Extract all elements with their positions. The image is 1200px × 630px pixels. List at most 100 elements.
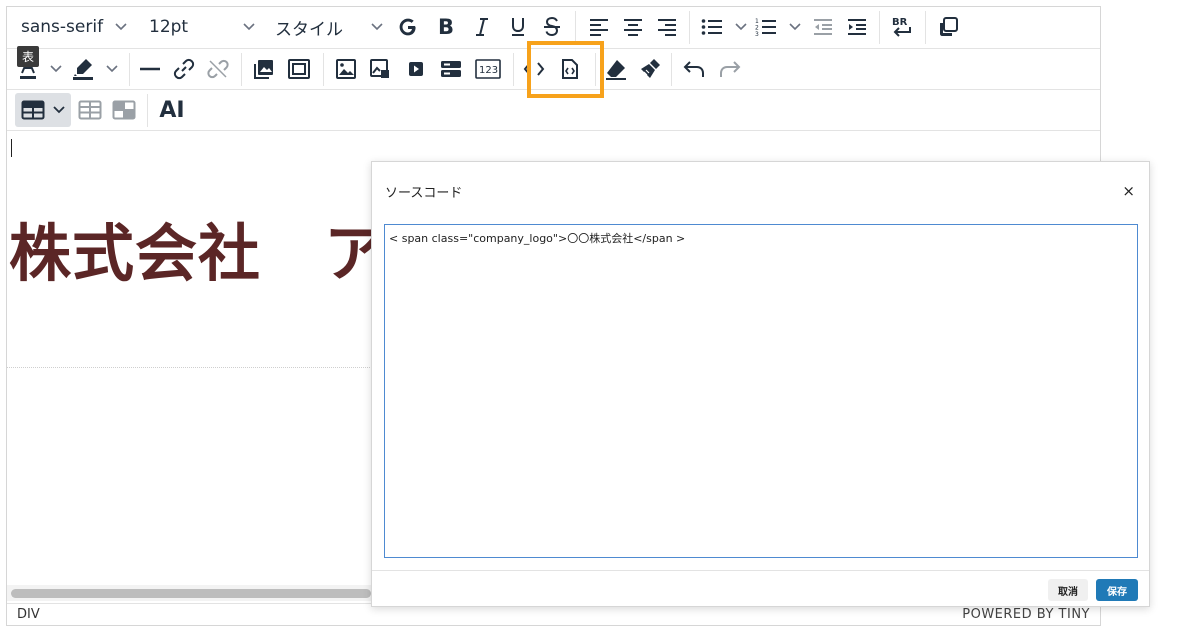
highlighter-icon — [72, 57, 94, 81]
chevron-down-icon — [50, 65, 62, 73]
toolbar-separator — [129, 53, 130, 86]
numbered-list-icon: 123 — [755, 17, 777, 37]
indent-button[interactable] — [841, 10, 873, 44]
insert-image-button[interactable] — [331, 52, 361, 86]
chevron-down-icon — [735, 23, 747, 31]
clear-formatting-button[interactable] — [601, 52, 631, 86]
source-code-textarea[interactable]: < span class="company_logo">〇〇株式会社</span… — [384, 224, 1138, 558]
save-button[interactable]: 保存 — [1096, 579, 1138, 601]
strikethrough-button[interactable] — [537, 10, 567, 44]
branding-link[interactable]: POWERED BY TINY — [962, 607, 1090, 622]
toolbar-separator — [147, 94, 148, 127]
style-value: スタイル — [275, 19, 343, 40]
align-right-icon — [657, 18, 677, 36]
undo-icon — [683, 59, 705, 79]
align-left-button[interactable] — [583, 10, 615, 44]
unlink-icon — [207, 58, 229, 80]
outdent-button[interactable] — [807, 10, 839, 44]
toolbar-separator — [575, 11, 576, 44]
paste-image-button[interactable] — [249, 52, 279, 86]
table-icon — [21, 100, 45, 120]
bold-button[interactable]: B — [431, 10, 461, 44]
chevron-down-icon — [106, 65, 118, 73]
google-icon — [398, 17, 418, 37]
cancel-button[interactable]: 取消 — [1048, 579, 1088, 601]
dialog-title: ソースコード — [385, 186, 463, 201]
font-size-value: 12pt — [149, 17, 189, 37]
table-grid-icon — [78, 100, 102, 120]
bullet-list-button[interactable] — [699, 10, 749, 44]
insert-media-button[interactable] — [401, 52, 431, 86]
edit-image-button[interactable] — [365, 52, 395, 86]
eraser-icon — [604, 58, 628, 80]
dialog-footer: 取消 保存 — [372, 570, 1149, 608]
svg-text:123: 123 — [479, 65, 498, 76]
bold-label: B — [437, 15, 454, 39]
chevron-down-icon — [371, 23, 383, 31]
format-painter-button[interactable] — [635, 52, 665, 86]
font-size-dropdown[interactable]: 12pt — [143, 10, 261, 44]
table-cell-button[interactable] — [109, 93, 139, 127]
text-cursor — [11, 139, 12, 157]
ai-assistant-button[interactable]: AI — [155, 93, 189, 127]
close-icon[interactable]: × — [1122, 182, 1135, 200]
italic-button[interactable] — [467, 10, 497, 44]
image-stack-icon — [253, 58, 275, 80]
font-family-value: sans-serif — [21, 17, 104, 37]
scrollbar-thumb[interactable] — [11, 589, 371, 598]
redo-icon — [719, 59, 741, 79]
table-row-button[interactable] — [75, 93, 105, 127]
line-break-icon: BR — [890, 15, 914, 39]
image-icon — [335, 58, 357, 80]
bullet-list-icon — [701, 18, 723, 36]
align-left-icon — [589, 18, 609, 36]
toolbar-separator — [671, 53, 672, 86]
font-family-dropdown[interactable]: sans-serif — [15, 10, 133, 44]
chevron-down-icon — [53, 106, 65, 114]
google-fonts-button[interactable] — [393, 10, 423, 44]
frame-icon — [287, 58, 311, 80]
toolbar-separator — [241, 53, 242, 86]
undo-button[interactable] — [679, 52, 709, 86]
fullscreen-image-button[interactable] — [283, 52, 315, 86]
numbered-list-button[interactable]: 123 — [753, 10, 803, 44]
toolbar-separator — [925, 11, 926, 44]
toolbar-separator — [879, 11, 880, 44]
block-icon — [440, 60, 462, 78]
number-icon: 123 — [475, 59, 501, 79]
outdent-icon — [813, 18, 833, 36]
toolbar-separator — [689, 11, 690, 44]
underline-icon — [509, 16, 527, 38]
style-dropdown[interactable]: スタイル — [269, 10, 389, 44]
toolbar-separator — [323, 53, 324, 86]
image-edit-icon — [369, 58, 391, 80]
italic-icon — [474, 17, 490, 37]
unlink-button[interactable] — [203, 52, 233, 86]
chevron-down-icon — [243, 23, 255, 31]
insert-link-button[interactable] — [169, 52, 199, 86]
insert-number-button[interactable]: 123 — [471, 52, 505, 86]
strikethrough-icon — [542, 16, 562, 38]
toolbar-separator — [513, 53, 514, 86]
align-center-icon — [623, 18, 643, 36]
table-button[interactable] — [15, 93, 71, 127]
link-icon — [173, 58, 195, 80]
company-heading: 株式会社 ア — [9, 217, 388, 290]
insert-block-button[interactable] — [435, 52, 467, 86]
tooltip: 表 — [17, 46, 40, 67]
highlight-color-button[interactable] — [69, 52, 121, 86]
copy-button[interactable] — [931, 10, 965, 44]
line-break-button[interactable]: BR — [885, 10, 919, 44]
broom-icon — [638, 57, 662, 81]
source-code-dialog: ソースコード × < span class="company_logo">〇〇株… — [371, 161, 1150, 607]
play-icon — [408, 61, 424, 77]
horizontal-rule-button[interactable] — [135, 52, 165, 86]
svg-text:BR: BR — [892, 17, 908, 28]
underline-button[interactable] — [503, 10, 533, 44]
chevron-down-icon — [789, 23, 801, 31]
align-right-button[interactable] — [651, 10, 683, 44]
align-center-button[interactable] — [617, 10, 649, 44]
svg-text:3: 3 — [755, 31, 759, 37]
element-path[interactable]: DIV — [17, 607, 40, 622]
redo-button[interactable] — [715, 52, 745, 86]
